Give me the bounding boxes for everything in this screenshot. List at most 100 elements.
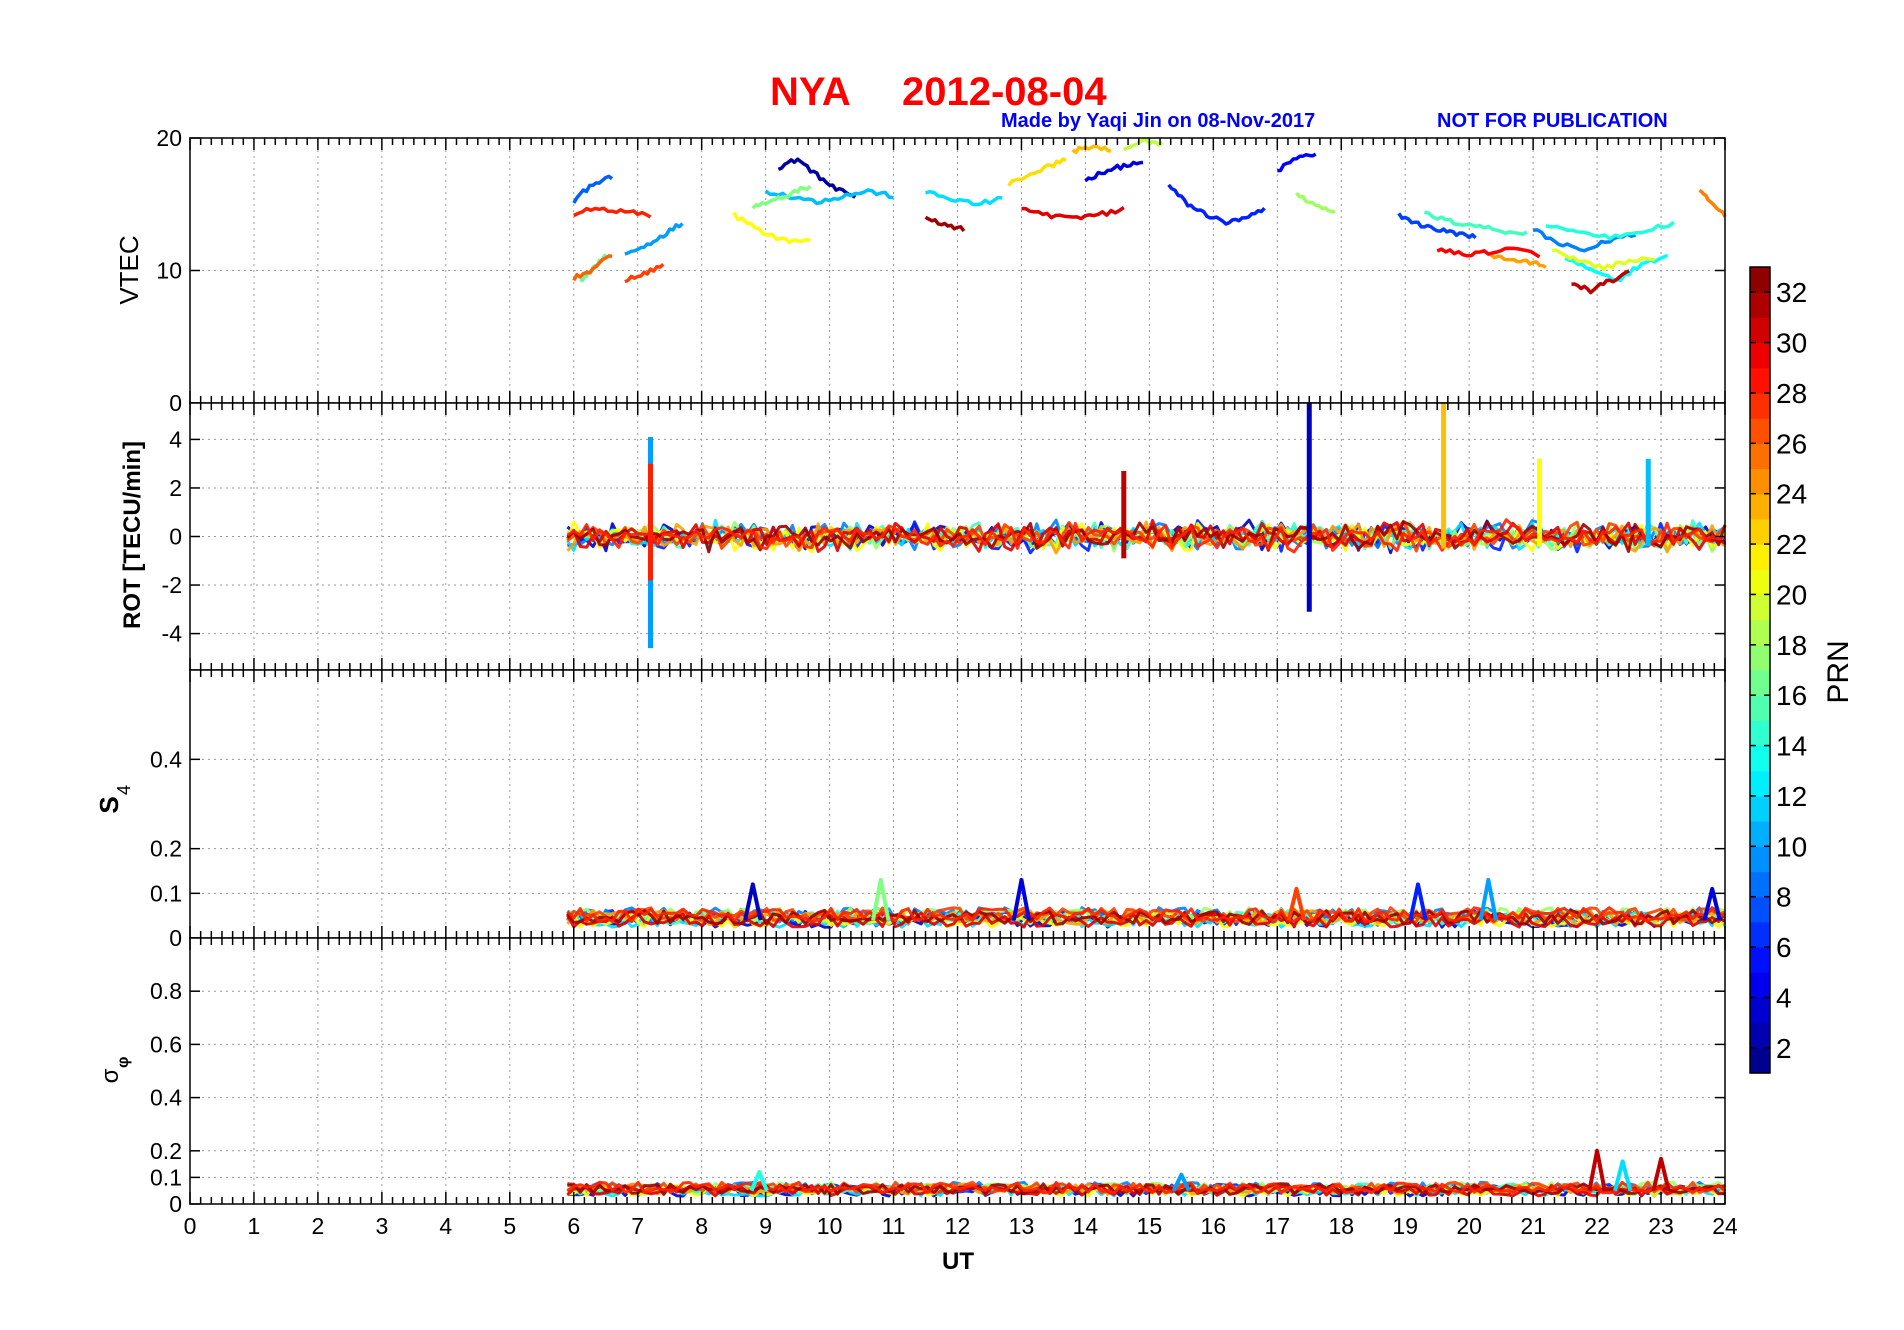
vtec-ytick-label: 0 [169,390,182,416]
sigma-phi-ylabel: σ φ [97,1057,132,1084]
x-tick-label: 16 [1201,1213,1227,1239]
s4-panel: 0 0.1 0.2 0.4 [150,669,1727,951]
colorbar-tick-label: 2 [1776,1033,1792,1064]
notice-text: NOT FOR PUBLICATION [1437,110,1668,132]
colorbar-tick-label: 32 [1776,277,1807,308]
colorbar-segment [1750,670,1770,696]
colorbar-segment [1750,947,1770,973]
colorbar-segment [1750,1022,1770,1049]
vtec-panel: 0 10 20 [156,125,1727,416]
svg-text:φ: φ [115,1057,132,1068]
colorbar-tick-label: 20 [1776,579,1807,610]
x-tick-label: 5 [503,1213,516,1239]
date-title: 2012-08-04 [902,70,1107,114]
colorbar-segment [1750,846,1770,873]
colorbar-segment [1750,720,1770,747]
colorbar-segment [1750,493,1770,520]
sigma_phi-panel: 00.10.20.40.60.80 1 2 3 4 5 6 7 8 9 10 11 12 13 14 15 16… [150,937,1738,1239]
colorbar-segment [1750,745,1770,772]
vtec-ytick-label: 10 [156,258,182,284]
x-tick-label: 4 [439,1213,452,1239]
prn-colorbar: 2468101214161820222426283032 [1749,266,1807,1074]
x-tick-label: 3 [375,1213,388,1239]
colorbar-segment [1750,871,1770,898]
rot-ytick-label: 2 [169,475,182,501]
colorbar-tick-label: 10 [1776,831,1807,862]
s4-ytick-label: 0.2 [150,836,182,862]
sigma_phi-ytick-label: 0.8 [150,978,182,1004]
x-tick-label: 19 [1392,1213,1418,1239]
x-tick-label: 23 [1648,1213,1674,1239]
rot-ytick-label: -4 [162,621,183,647]
colorbar-segment [1750,292,1770,318]
colorbar-tick-label: 28 [1776,378,1807,409]
rot-panel: -4 -2 0 2 4 [162,402,1727,671]
colorbar-segment [1750,367,1770,394]
ut-xlabel: UT [942,1248,974,1275]
svg-text:4: 4 [114,785,134,795]
colorbar-tick-label: 4 [1776,982,1792,1013]
x-tick-label: 18 [1328,1213,1354,1239]
rot-ylabel: ROT [TECU/min] [119,441,146,629]
x-tick-label: 2 [312,1213,325,1239]
colorbar-segment [1750,644,1770,671]
colorbar-segment [1750,695,1770,721]
x-tick-label: 11 [882,1213,906,1239]
sigma_phi-ytick-label: 0.1 [150,1164,182,1190]
svg-text:S: S [94,796,124,813]
x-tick-label: 0 [184,1213,197,1239]
sigma_phi-ytick-label: 0.4 [150,1085,182,1111]
x-tick-label: 20 [1456,1213,1482,1239]
rot-ytick-label: 0 [169,524,182,550]
x-tick-label: 21 [1520,1213,1546,1239]
x-tick-label: 12 [945,1213,971,1239]
x-tick-label: 7 [631,1213,644,1239]
colorbar-tick-label: 18 [1776,630,1807,661]
x-tick-label: 14 [1073,1213,1099,1239]
vtec-ytick-label: 20 [156,125,182,151]
colorbar-segment [1750,821,1770,847]
sigma_phi-ytick-label: 0 [169,1191,182,1217]
colorbar-tick-label: 14 [1776,731,1807,762]
colorbar-segment [1750,267,1770,293]
colorbar-segment [1750,1047,1770,1074]
x-tick-label: 22 [1584,1213,1610,1239]
colorbar-segment [1750,997,1770,1024]
colorbar-tick-label: 22 [1776,529,1807,560]
colorbar-label: PRN [1822,640,1855,703]
colorbar-segment [1750,795,1770,822]
x-tick-label: 8 [695,1213,708,1239]
colorbar-tick-label: 6 [1776,932,1792,963]
sigma_phi-ytick-label: 0.2 [150,1138,182,1164]
panels-group: 01020-4-202400.10.20.400.10.20.40.60.80 1… [150,125,1738,1239]
s4-ytick-label: 0 [169,925,182,951]
x-tick-label: 17 [1264,1213,1290,1239]
svg-text:σ: σ [97,1068,124,1083]
s4-ytick-label: 0.1 [150,880,182,906]
colorbar-segment [1750,443,1770,470]
x-tick-label: 15 [1137,1213,1163,1239]
colorbar-segment [1750,972,1770,999]
colorbar-segment [1750,770,1770,797]
sigma_phi-ytick-label: 0.6 [150,1031,182,1057]
x-tick-label: 6 [567,1213,580,1239]
colorbar-tick-label: 30 [1776,328,1807,359]
colorbar-segment [1750,619,1770,646]
rot-ytick-label: -2 [162,572,182,598]
colorbar-tick-label: 24 [1776,479,1807,510]
x-tick-label: 1 [248,1213,261,1239]
x-tick-label: 13 [1009,1213,1035,1239]
colorbar-segment [1750,594,1770,621]
colorbar-segment [1750,342,1770,369]
colorbar-segment [1750,418,1770,444]
x-tick-label: 10 [817,1213,843,1239]
credit-text: Made by Yaqi Jin on 08-Nov-2017 [1001,110,1315,132]
colorbar-tick-label: 16 [1776,680,1807,711]
rot-ytick-label: 4 [169,426,182,452]
vtec-ylabel: VTEC [114,235,144,304]
colorbar-segment [1750,317,1770,344]
colorbar-segment [1750,468,1770,495]
colorbar-tick-label: 12 [1776,781,1807,812]
x-tick-label: 24 [1712,1213,1738,1239]
colorbar-segment [1750,518,1770,545]
